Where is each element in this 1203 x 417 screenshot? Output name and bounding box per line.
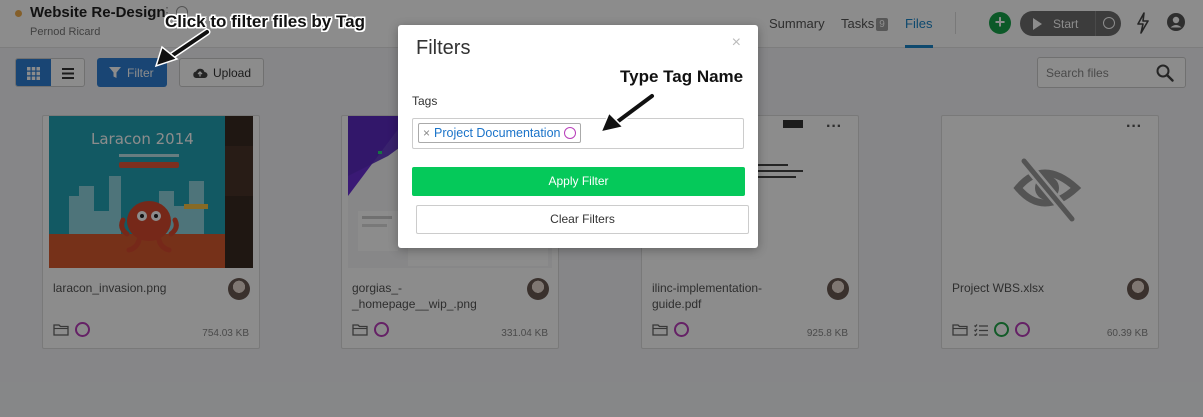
apply-filter-button[interactable]: Apply Filter: [412, 167, 745, 196]
filters-modal: Filters × Tags × Project Documentation A…: [398, 25, 758, 248]
modal-title: Filters: [416, 37, 471, 59]
remove-tag-icon[interactable]: ×: [423, 126, 430, 140]
tags-label: Tags: [412, 94, 438, 108]
tag-circle-icon: [564, 127, 577, 139]
annotation-tag-hint: Type Tag Name: [620, 67, 744, 86]
clear-filters-button[interactable]: Clear Filters: [416, 205, 749, 234]
tags-input[interactable]: × Project Documentation: [412, 118, 744, 149]
close-icon[interactable]: ×: [732, 34, 741, 52]
selected-tag-label: Project Documentation: [434, 126, 561, 140]
annotation-filter-hint: Click to filter files by Tag: [165, 12, 365, 31]
selected-tag-chip: × Project Documentation: [418, 123, 582, 143]
